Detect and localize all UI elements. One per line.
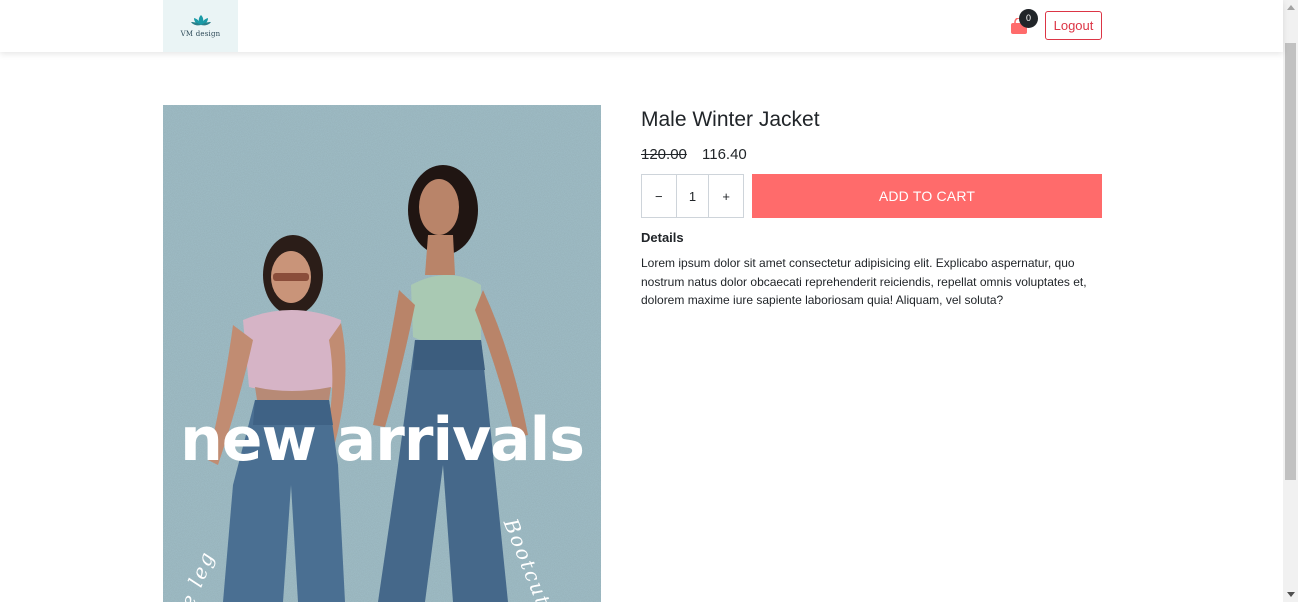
original-price: 120.00 [641,146,687,163]
page-scrollbar[interactable] [1283,0,1298,602]
product-photo [163,105,601,602]
cart-count-badge: 0 [1019,9,1038,28]
scroll-down-arrow-icon[interactable] [1287,592,1295,597]
decrement-button[interactable]: − [642,175,676,217]
product-title: Male Winter Jacket [641,108,820,131]
product-image: new arrivals Bootcut e leg [163,105,601,602]
sale-price: 116.40 [702,146,747,163]
details-text: Lorem ipsum dolor sit amet consectetur a… [641,256,1087,307]
logo-text: VM design [180,30,221,38]
details-heading: Details [641,230,684,245]
add-to-cart-button[interactable]: ADD TO CART [752,174,1102,218]
increment-button[interactable]: + [709,175,743,217]
logout-button[interactable]: Logout [1045,11,1102,40]
promo-headline: new arrivals [180,405,585,475]
cart-button[interactable]: 0 [1009,9,1039,40]
scroll-thumb[interactable] [1285,43,1296,480]
lotus-icon [190,15,211,26]
scroll-up-arrow-icon[interactable] [1287,5,1295,10]
quantity-input[interactable]: 1 [675,175,710,217]
product-page: VM design 0 Logout new arrivals Bootcut … [0,0,1298,602]
quantity-stepper: − 1 + [641,174,744,218]
logo[interactable]: VM design [163,0,238,52]
navbar: VM design 0 Logout [0,0,1283,52]
